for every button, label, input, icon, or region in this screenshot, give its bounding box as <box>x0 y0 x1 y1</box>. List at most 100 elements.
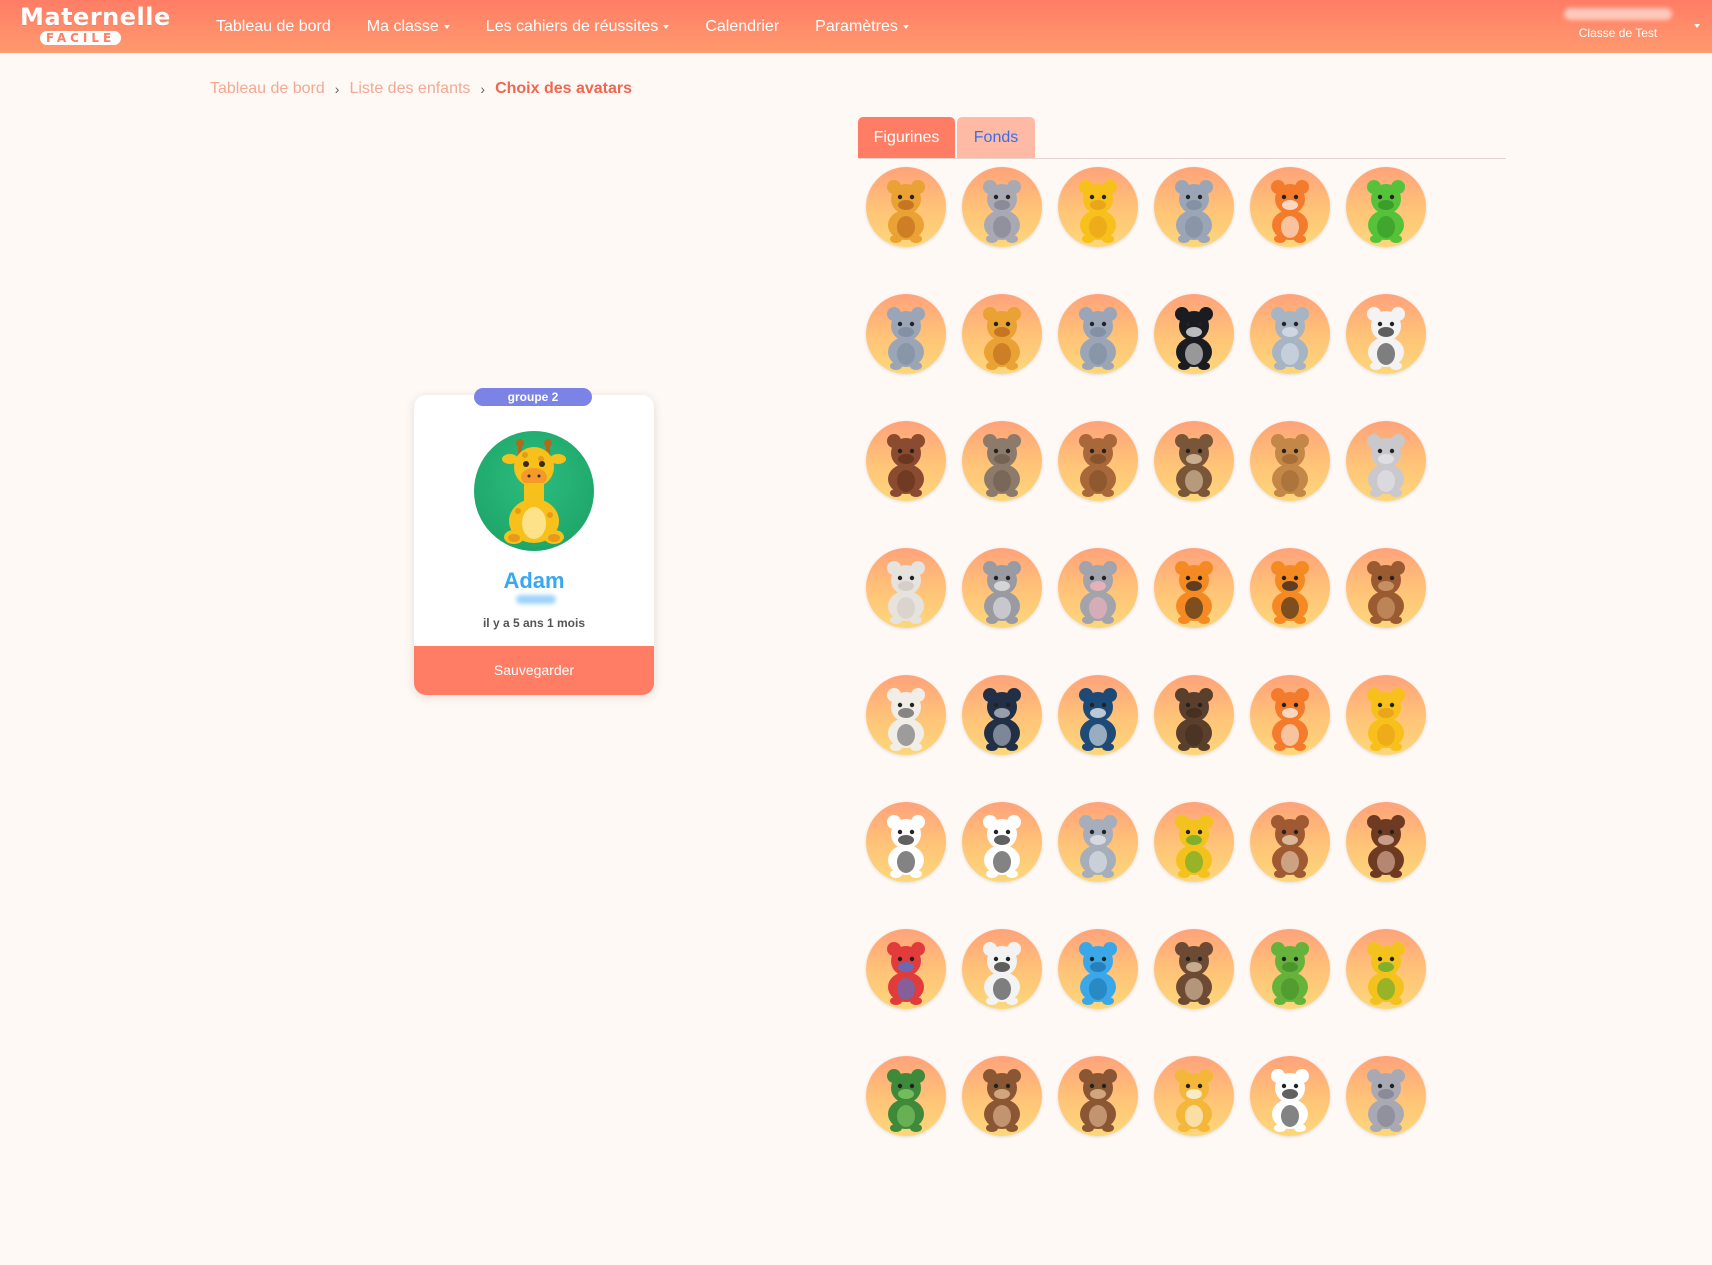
breadcrumb-chevron-icon: › <box>480 81 486 97</box>
fox-icon <box>1271 180 1309 243</box>
nav-item-calendrier[interactable]: Calendrier <box>705 18 779 36</box>
squirrel-icon <box>1367 561 1405 624</box>
logo-title: Maternelle <box>20 3 171 31</box>
avatar-option[interactable] <box>1250 294 1330 374</box>
user-class-name: Classe de Test <box>1578 26 1658 40</box>
avatar-option[interactable] <box>1154 294 1234 374</box>
avatar-option[interactable] <box>1058 294 1138 374</box>
avatar-option[interactable] <box>866 421 946 501</box>
koala-icon <box>1367 434 1405 497</box>
hedgehog-icon <box>1175 942 1213 1005</box>
parrot-icon <box>887 942 925 1005</box>
caret-down-icon <box>443 25 450 29</box>
avatar-option[interactable] <box>866 548 946 628</box>
avatar-option[interactable] <box>866 1056 946 1136</box>
avatar-option[interactable] <box>866 167 946 247</box>
child-card: groupe 2 Adam il y a 5 ans 1 mois Sauveg… <box>414 388 654 695</box>
avatar-option[interactable] <box>1250 421 1330 501</box>
avatar-option[interactable] <box>1250 929 1330 1009</box>
avatar-option[interactable] <box>1154 548 1234 628</box>
avatar-option[interactable] <box>1154 1056 1234 1136</box>
breadcrumb-liste-des-enfants[interactable]: Liste des enfants <box>349 80 470 98</box>
user-menu-caret-icon[interactable] <box>1694 24 1700 28</box>
avatar-option[interactable] <box>962 167 1042 247</box>
avatar-option[interactable] <box>1250 675 1330 755</box>
avatar-option[interactable] <box>866 294 946 374</box>
bear-icon <box>1175 688 1213 751</box>
sheep-icon <box>887 688 925 751</box>
avatar-option[interactable] <box>1154 929 1234 1009</box>
avatar-option[interactable] <box>1058 929 1138 1009</box>
logo-subtitle: FACILE <box>40 31 122 45</box>
avatar-option[interactable] <box>962 548 1042 628</box>
monkey-icon <box>983 1069 1021 1132</box>
avatar-option[interactable] <box>962 421 1042 501</box>
avatar-option[interactable] <box>866 675 946 755</box>
avatar-option[interactable] <box>1346 802 1426 882</box>
nav-item-cahiers-de-reussites[interactable]: Les cahiers de réussites <box>486 18 670 36</box>
avatar-option[interactable] <box>1346 421 1426 501</box>
avatar-option[interactable] <box>1058 167 1138 247</box>
nav-label: Ma classe <box>366 17 439 35</box>
cat-icon <box>1175 1069 1213 1132</box>
nav-label: Tableau de bord <box>216 17 331 35</box>
avatar-option[interactable] <box>1154 802 1234 882</box>
nav-label: Paramètres <box>815 17 898 35</box>
tab-figurines[interactable]: Figurines <box>858 117 955 158</box>
boar-icon <box>887 434 925 497</box>
avatar-option[interactable] <box>1346 167 1426 247</box>
iguana-icon <box>1271 942 1309 1005</box>
avatar-option[interactable] <box>1154 167 1234 247</box>
save-button[interactable]: Sauvegarder <box>414 646 654 695</box>
avatar-option[interactable] <box>1058 548 1138 628</box>
avatar-option[interactable] <box>962 929 1042 1009</box>
nav-item-parametres[interactable]: Paramètres <box>815 18 909 36</box>
child-info-redacted <box>516 595 556 604</box>
avatar-option[interactable] <box>866 802 946 882</box>
cow-icon <box>887 815 925 878</box>
tab-fonds[interactable]: Fonds <box>957 117 1035 158</box>
app-logo[interactable]: Maternelle FACILE <box>20 3 171 47</box>
avatar-option[interactable] <box>962 802 1042 882</box>
nav-item-ma-classe[interactable]: Ma classe <box>367 18 450 36</box>
avatar-option[interactable] <box>1058 1056 1138 1136</box>
avatar-option[interactable] <box>962 675 1042 755</box>
seal-icon <box>887 561 925 624</box>
camel-icon <box>1271 434 1309 497</box>
narwhal-icon <box>1271 307 1309 370</box>
nav-item-tableau-de-bord[interactable]: Tableau de bord <box>216 18 331 36</box>
avatar-option[interactable] <box>1250 802 1330 882</box>
tapir-icon <box>983 688 1021 751</box>
avatar-option[interactable] <box>962 1056 1042 1136</box>
child-age: il y a 5 ans 1 mois <box>482 616 586 630</box>
avatar-option[interactable] <box>1346 548 1426 628</box>
avatar-option[interactable] <box>1154 675 1234 755</box>
caret-down-icon <box>902 25 909 29</box>
avatar-option[interactable] <box>1346 294 1426 374</box>
avatar-option[interactable] <box>962 294 1042 374</box>
avatar-option[interactable] <box>1250 1056 1330 1136</box>
frog-icon <box>1367 180 1405 243</box>
avatar-option[interactable] <box>1346 1056 1426 1136</box>
avatar-option[interactable] <box>1346 675 1426 755</box>
breadcrumb-tableau-de-bord[interactable]: Tableau de bord <box>210 80 325 98</box>
giraffe-icon <box>1367 688 1405 751</box>
avatar-option[interactable] <box>1058 675 1138 755</box>
avatar-option[interactable] <box>1154 421 1234 501</box>
vulture-icon <box>1367 815 1405 878</box>
panda-icon <box>983 815 1021 878</box>
otter-icon <box>1175 434 1213 497</box>
avatar-option[interactable] <box>1058 802 1138 882</box>
avatar-option[interactable] <box>1346 929 1426 1009</box>
avatar-option[interactable] <box>866 929 946 1009</box>
monkey-icon <box>1079 1069 1117 1132</box>
giraffe-icon <box>1079 180 1117 243</box>
avatar-option[interactable] <box>1250 167 1330 247</box>
hippo-icon <box>1367 1069 1405 1132</box>
avatar-option[interactable] <box>1058 421 1138 501</box>
lion-icon <box>887 180 925 243</box>
user-menu[interactable]: Classe de Test <box>1564 6 1672 42</box>
snake-icon <box>1367 942 1405 1005</box>
avatar-option[interactable] <box>1250 548 1330 628</box>
giraffe-icon <box>502 439 566 544</box>
